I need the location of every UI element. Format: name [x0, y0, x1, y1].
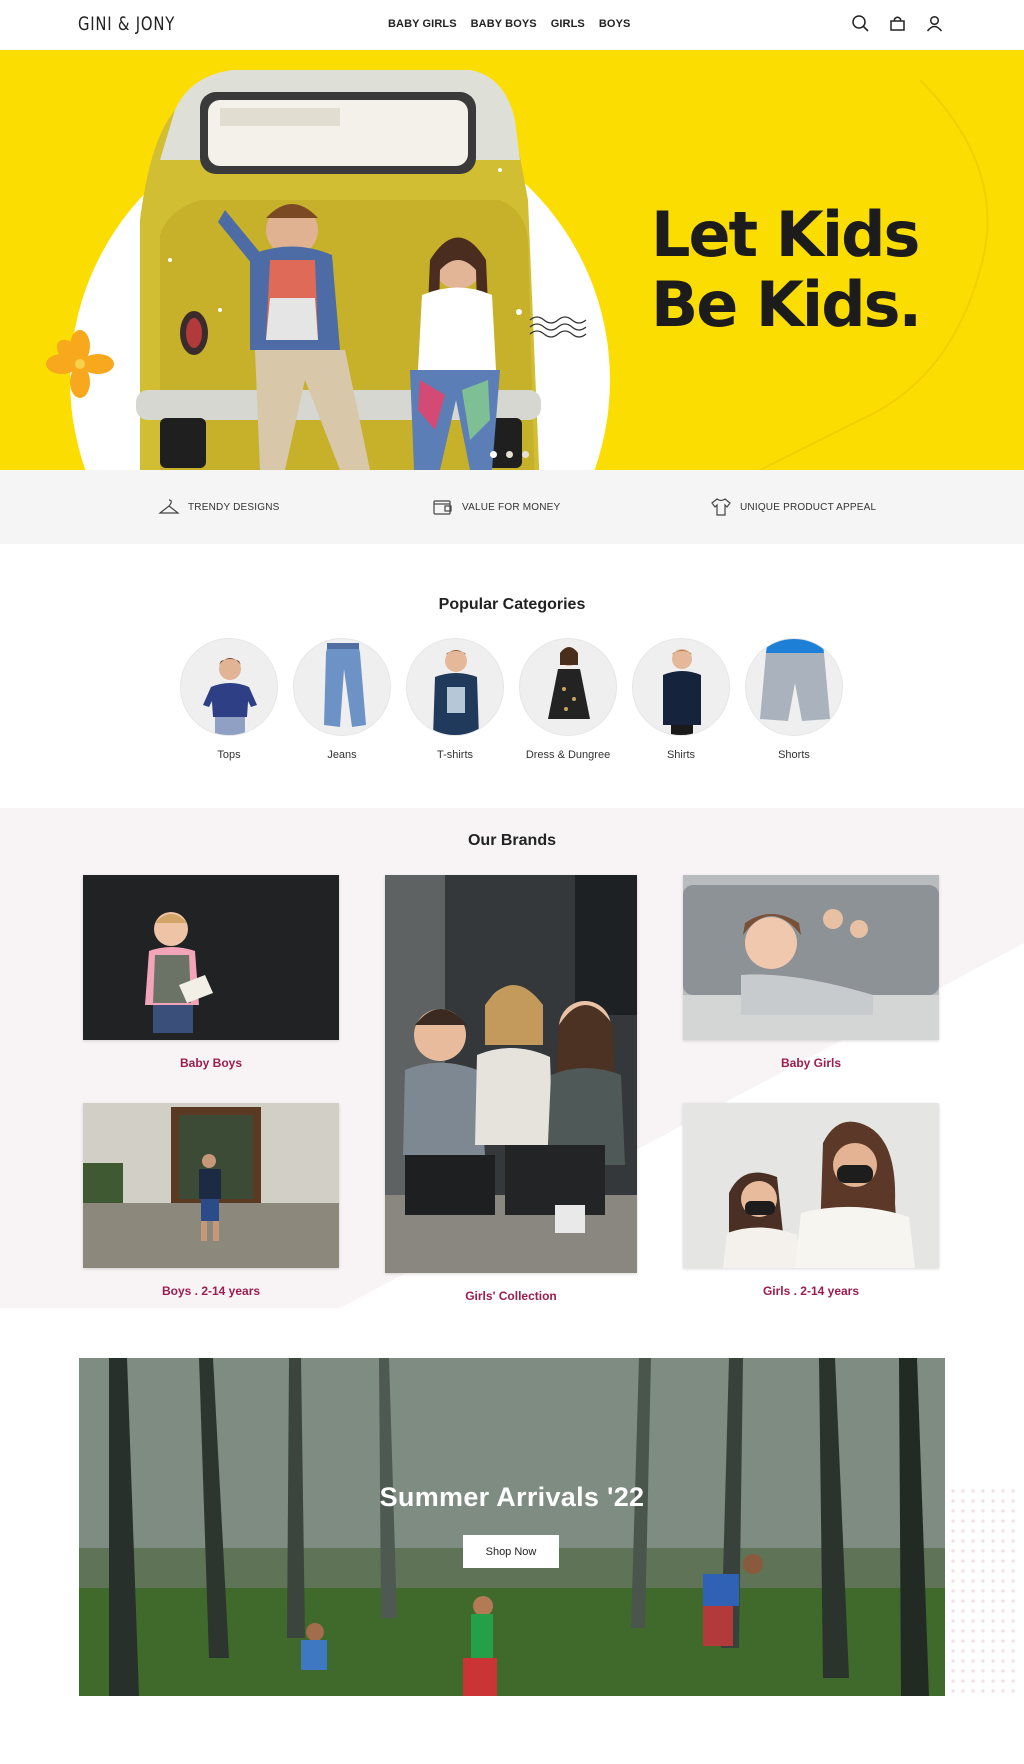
- search-icon[interactable]: [851, 14, 870, 33]
- category-shirts[interactable]: Shirts: [632, 638, 730, 761]
- category-image[interactable]: [519, 638, 617, 736]
- categories-title: Popular Categories: [438, 596, 586, 613]
- category-tops[interactable]: Tops: [180, 638, 278, 761]
- nav-boys[interactable]: BOYS: [599, 18, 631, 30]
- features-strip: TRENDY DESIGNS VALUE FOR MONEY UNIQUE PR…: [0, 470, 1024, 544]
- summer-banner-image: [79, 1358, 945, 1696]
- hero-title-line-2: Be Kids.: [651, 268, 922, 341]
- header-actions: [851, 14, 944, 33]
- category-image[interactable]: [406, 638, 504, 736]
- brand-label: Girls . 2-14 years: [762, 1284, 860, 1298]
- hero-title: Let Kids Be Kids.: [651, 198, 922, 341]
- category-t-shirts[interactable]: T-shirts: [406, 638, 504, 761]
- feature-label: TRENDY DESIGNS: [188, 501, 280, 513]
- hanger-icon: [158, 497, 180, 517]
- nav-girls[interactable]: GIRLS: [551, 18, 585, 30]
- hero-carousel-dots: [490, 451, 529, 458]
- brand-baby-boys[interactable]: Baby Boys: [83, 875, 339, 1070]
- bag-icon[interactable]: [888, 14, 907, 33]
- category-jeans[interactable]: Jeans: [293, 638, 391, 761]
- category-image[interactable]: [745, 638, 843, 736]
- category-label: T-shirts: [436, 749, 474, 761]
- hero-banner[interactable]: Let Kids Be Kids.: [0, 50, 1024, 470]
- category-dress-dungree[interactable]: Dress & Dungree: [519, 638, 617, 761]
- feature-trendy-designs: TRENDY DESIGNS: [158, 497, 280, 517]
- brand-label: Baby Girls: [780, 1056, 842, 1070]
- brand-label: Baby Boys: [179, 1056, 243, 1070]
- brand-baby-girls[interactable]: Baby Girls: [683, 875, 939, 1070]
- category-label: Shorts: [778, 749, 810, 761]
- shop-now-button[interactable]: Shop Now: [463, 1535, 559, 1568]
- brand-boys-2-14[interactable]: Boys . 2-14 years: [83, 1103, 339, 1298]
- brand-photo[interactable]: [385, 875, 637, 1273]
- category-image[interactable]: [632, 638, 730, 736]
- summer-title: Summer Arrivals '22: [379, 1482, 645, 1512]
- feature-label: VALUE FOR MONEY: [462, 501, 561, 513]
- category-label: Jeans: [327, 749, 357, 761]
- category-image[interactable]: [180, 638, 278, 736]
- carousel-dot-3[interactable]: [522, 451, 529, 458]
- summer-arrivals-banner[interactable]: Summer Arrivals '22 Shop Now: [79, 1358, 945, 1696]
- brand-label: Girls' Collection: [465, 1289, 557, 1303]
- category-label: Shirts: [666, 749, 696, 761]
- wallet-icon: [432, 497, 454, 517]
- brand-photo[interactable]: [83, 875, 339, 1040]
- hero-title-line-1: Let Kids: [651, 198, 920, 271]
- decorative-dot-grid: [948, 1486, 1020, 1696]
- user-icon[interactable]: [925, 14, 944, 33]
- category-shorts[interactable]: Shorts: [745, 638, 843, 761]
- carousel-dot-1[interactable]: [490, 451, 497, 458]
- feature-unique-product-appeal: UNIQUE PRODUCT APPEAL: [710, 497, 876, 517]
- nav-baby-boys[interactable]: BABY BOYS: [471, 18, 537, 30]
- brand-girls-collection[interactable]: Girls' Collection: [385, 875, 637, 1303]
- carousel-dot-2[interactable]: [506, 451, 513, 458]
- category-label: Dress & Dungree: [525, 749, 611, 761]
- feature-label: UNIQUE PRODUCT APPEAL: [740, 501, 877, 513]
- brand-photo[interactable]: [683, 875, 939, 1040]
- site-header: GINI & JONY BABY GIRLS BABY BOYS GIRLS B…: [0, 0, 1024, 50]
- category-image[interactable]: [293, 638, 391, 736]
- brand-girls-2-14[interactable]: Girls . 2-14 years: [683, 1103, 939, 1298]
- main-nav: BABY GIRLS BABY BOYS GIRLS BOYS: [388, 18, 630, 30]
- tshirt-icon: [710, 497, 732, 517]
- nav-baby-girls[interactable]: BABY GIRLS: [388, 18, 457, 30]
- brand-photo[interactable]: [83, 1103, 339, 1268]
- brands-title: Our Brands: [467, 832, 556, 849]
- brand-logo[interactable]: GINI & JONY: [78, 13, 175, 35]
- brand-photo[interactable]: [683, 1103, 939, 1268]
- category-label: Tops: [217, 749, 241, 761]
- feature-value-for-money: VALUE FOR MONEY: [432, 497, 560, 517]
- brand-label: Boys . 2-14 years: [161, 1284, 261, 1298]
